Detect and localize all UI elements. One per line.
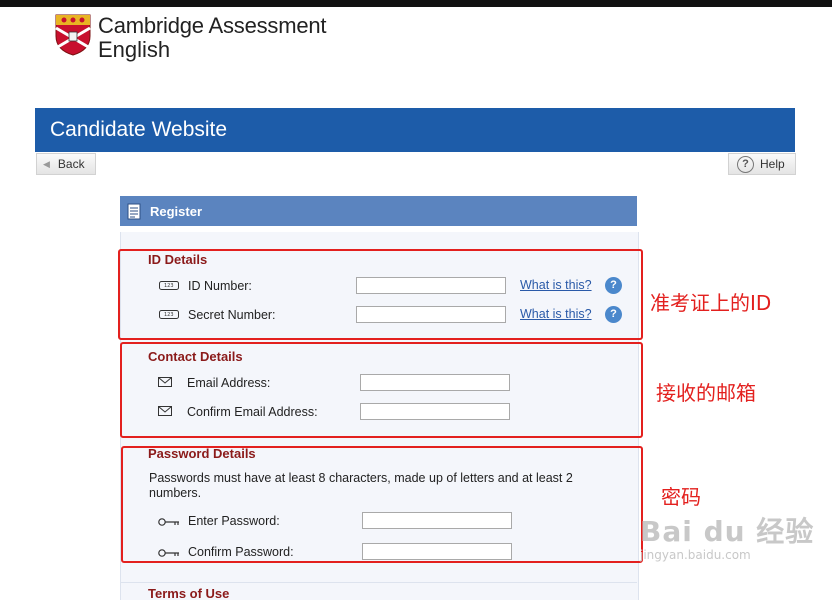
baidu-watermark: Bai du 经验 jingyan.baidu.com — [640, 510, 814, 562]
password-details-highlight-box — [121, 446, 643, 563]
watermark-url: jingyan.baidu.com — [640, 548, 751, 562]
password-annotation: 密码 — [661, 485, 701, 509]
help-label: Help — [760, 157, 785, 171]
terms-heading: Terms of Use — [148, 586, 230, 601]
terms-divider — [120, 582, 637, 583]
top-window-bar — [0, 0, 832, 7]
document-icon — [127, 203, 141, 219]
logo-line-2: English — [98, 37, 171, 62]
site-banner: Candidate Website — [35, 108, 795, 152]
email-annotation: 接收的邮箱 — [656, 381, 756, 405]
help-button[interactable]: ? Help — [728, 153, 796, 175]
contact-details-highlight-box — [120, 342, 643, 438]
register-panel-header: Register — [120, 196, 637, 226]
register-title: Register — [150, 203, 203, 219]
page-title: Candidate Website — [50, 118, 228, 141]
cambridge-shield-icon — [55, 14, 91, 56]
logo-line-1: Cambridge Assessment — [98, 13, 327, 38]
back-arrow-icon: ◀ — [43, 158, 50, 169]
back-button[interactable]: ◀ Back — [36, 153, 96, 175]
back-label: Back — [57, 157, 85, 171]
cambridge-logo[interactable]: Cambridge Assessment English — [55, 13, 327, 62]
id-annotation: 准考证上的ID — [650, 291, 772, 315]
help-icon: ? — [737, 155, 754, 173]
watermark-logo: Bai du 经验 — [640, 515, 815, 548]
id-details-highlight-box — [118, 249, 643, 340]
